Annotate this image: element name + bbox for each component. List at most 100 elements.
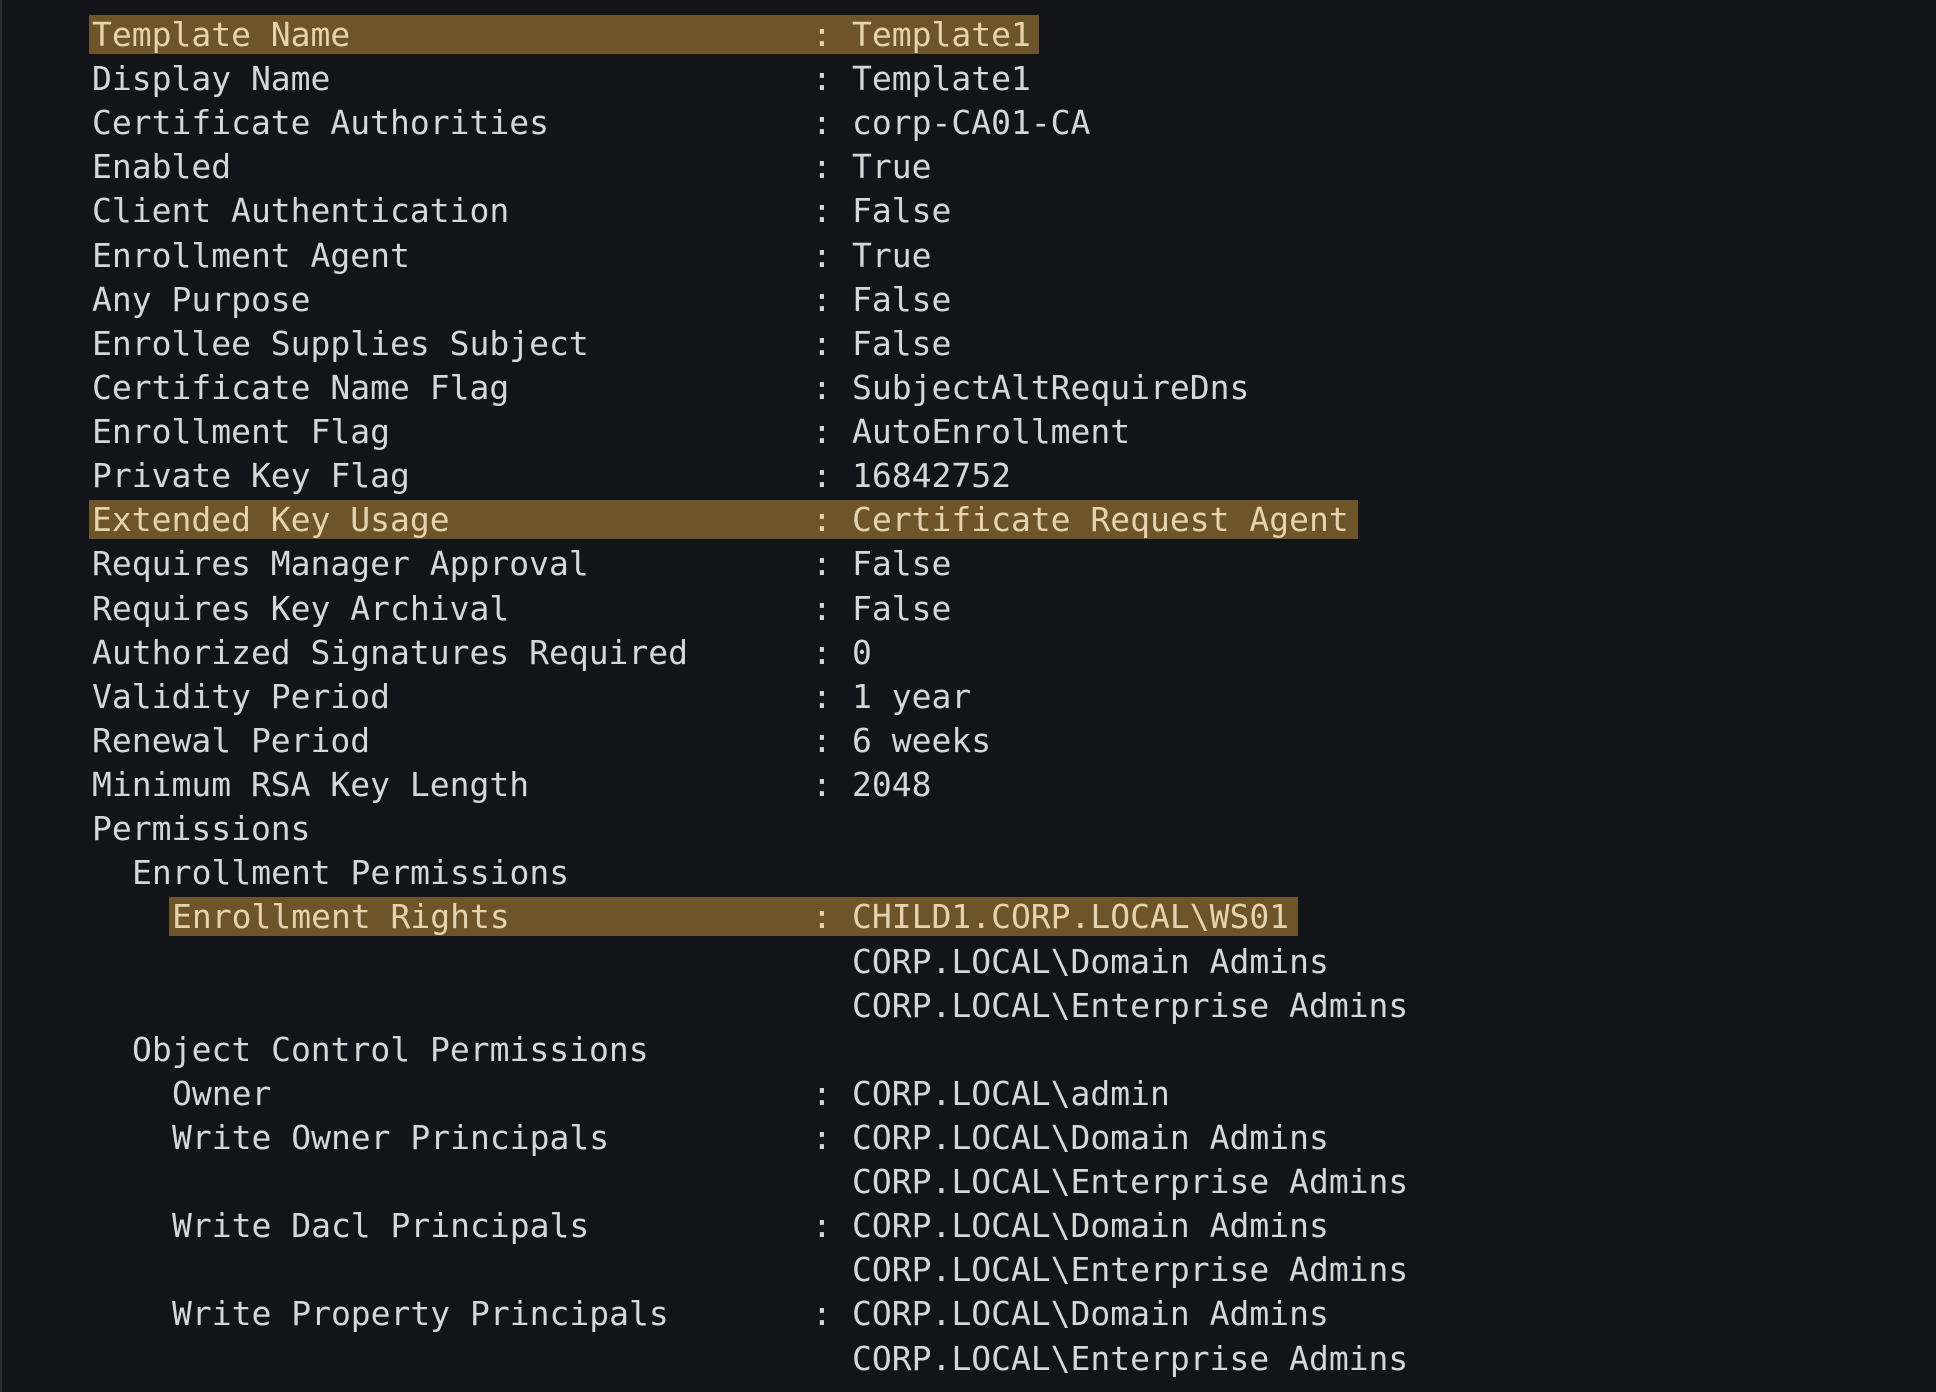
write-property-principals-separator: : — [812, 1294, 832, 1334]
line-certificate-name-flag: Certificate Name Flag: SubjectAltRequireD… — [2, 366, 1936, 410]
line-write-dacl-principals-cont-1: CORP.LOCAL\Enterprise Admins — [2, 1248, 1936, 1292]
any-purpose-separator: : — [812, 279, 832, 319]
owner-label: Owner — [172, 1073, 272, 1113]
renewal-period-value: 6 weeks — [852, 720, 992, 760]
write-dacl-principals-value: CORP.LOCAL\Domain Admins — [852, 1206, 1329, 1246]
write-property-principals-label: Write Property Principals — [172, 1294, 669, 1334]
enrollment-rights-label: Enrollment Rights — [172, 897, 510, 937]
write-dacl-principals-separator: : — [812, 1206, 832, 1246]
any-purpose-label: Any Purpose — [92, 279, 311, 319]
validity-period-label: Validity Period — [92, 676, 391, 716]
line-template-name: Template Name: Template1 — [2, 13, 1936, 57]
line-write-owner-principals-cont-1: CORP.LOCAL\Enterprise Admins — [2, 1160, 1936, 1204]
write-property-principals-value: CORP.LOCAL\Domain Admins — [852, 1294, 1329, 1334]
enrollment-permissions-heading-label: Enrollment Permissions — [132, 853, 570, 893]
write-dacl-principals-label: Write Dacl Principals — [172, 1206, 590, 1246]
enabled-label: Enabled — [92, 147, 232, 187]
enrollment-flag-label: Enrollment Flag — [92, 412, 391, 452]
renewal-period-label: Renewal Period — [92, 720, 371, 760]
line-enrollment-flag: Enrollment Flag: AutoEnrollment — [2, 410, 1936, 454]
line-write-property-principals: Write Property Principals: CORP.LOCAL\Dom… — [2, 1292, 1936, 1336]
requires-key-archival-label: Requires Key Archival — [92, 588, 510, 628]
line-authorized-signatures-required: Authorized Signatures Required:0 — [2, 631, 1936, 675]
private-key-flag-separator: : — [812, 456, 832, 496]
requires-key-archival-value: False — [852, 588, 952, 628]
any-purpose-value: False — [852, 279, 952, 319]
line-enrollment-permissions-heading: Enrollment Permissions — [2, 851, 1936, 895]
line-display-name: Display Name: Template1 — [2, 57, 1936, 101]
extended-key-usage-separator: : — [812, 500, 832, 540]
enrollment-flag-separator: : — [812, 412, 832, 452]
line-any-purpose: Any Purpose: False — [2, 278, 1936, 322]
enrollment-agent-value: True — [852, 235, 932, 275]
certificate-name-flag-value: SubjectAltRequireDns — [852, 367, 1250, 407]
write-owner-principals-value: CORP.LOCAL\Domain Admins — [852, 1118, 1329, 1157]
validity-period-value: 1 year — [852, 676, 972, 716]
private-key-flag-label: Private Key Flag — [92, 456, 410, 496]
line-write-dacl-principals: Write Dacl Principals: CORP.LOCAL\Domain … — [2, 1204, 1936, 1248]
owner-value: CORP.LOCAL\admin — [852, 1073, 1170, 1113]
object-control-permissions-heading-label: Object Control Permissions — [132, 1029, 649, 1069]
line-enrollment-rights-cont-1: CORP.LOCAL\Domain Admins — [2, 940, 1936, 984]
client-authentication-separator: : — [812, 191, 832, 231]
authorized-signatures-required-label: Authorized Signatures Required — [92, 632, 689, 672]
authorized-signatures-required-separator: : — [812, 632, 832, 672]
line-permissions-heading: Permissions — [2, 807, 1936, 851]
client-authentication-label: Client Authentication — [92, 191, 510, 231]
certificate-authorities-separator: : — [812, 103, 832, 143]
enrollment-rights-separator: : — [812, 897, 832, 937]
requires-manager-approval-label: Requires Manager Approval — [92, 544, 589, 584]
line-renewal-period: Renewal Period:6 weeks — [2, 719, 1936, 763]
validity-period-separator: : — [812, 676, 832, 716]
client-authentication-value: False — [852, 191, 952, 231]
enabled-value: True — [852, 147, 932, 187]
enabled-separator: : — [812, 147, 832, 187]
template-name-separator: : — [812, 15, 832, 54]
line-enrollment-rights: Enrollment Rights: CHILD1.CORP.LOCAL\WS01 — [2, 895, 1936, 939]
template-name-value: Template1 — [852, 15, 1031, 54]
write-owner-principals-separator: : — [812, 1118, 832, 1157]
line-requires-key-archival: Requires Key Archival: False — [2, 587, 1936, 631]
line-extended-key-usage: Extended Key Usage: Certificate Request A… — [2, 498, 1936, 542]
enrollee-supplies-subject-separator: : — [812, 323, 832, 363]
extended-key-usage-value: Certificate Request Agent — [852, 500, 1349, 540]
extended-key-usage-label: Extended Key Usage — [92, 500, 450, 540]
minimum-rsa-key-length-separator: : — [812, 765, 832, 805]
write-dacl-principals-cont-1-value: CORP.LOCAL\Enterprise Admins — [852, 1250, 1409, 1290]
line-enrollee-supplies-subject: Enrollee Supplies Subject: False — [2, 322, 1936, 366]
display-name-value: Template1 — [852, 59, 1031, 99]
line-write-property-principals-cont-1: CORP.LOCAL\Enterprise Admins — [2, 1337, 1936, 1381]
owner-separator: : — [812, 1073, 832, 1113]
line-client-authentication: Client Authentication: False — [2, 189, 1936, 233]
enrollee-supplies-subject-value: False — [852, 323, 952, 363]
write-owner-principals-label: Write Owner Principals — [172, 1118, 610, 1157]
enrollment-rights-value: CHILD1.CORP.LOCAL\WS01 — [852, 897, 1290, 937]
line-enrollment-agent: Enrollment Agent: True — [2, 234, 1936, 278]
enrollment-agent-separator: : — [812, 235, 832, 275]
renewal-period-separator: : — [812, 720, 832, 760]
private-key-flag-value: 16842752 — [852, 456, 1011, 496]
line-certificate-authorities: Certificate Authorities: corp-CA01-CA — [2, 101, 1936, 145]
line-validity-period: Validity Period:1 year — [2, 675, 1936, 719]
certificate-name-flag-label: Certificate Name Flag — [92, 367, 510, 407]
minimum-rsa-key-length-label: Minimum RSA Key Length — [92, 765, 530, 805]
enrollment-rights-cont-2-value: CORP.LOCAL\Enterprise Admins — [852, 985, 1409, 1025]
enrollment-agent-label: Enrollment Agent — [92, 235, 410, 275]
line-requires-manager-approval: Requires Manager Approval: False — [2, 542, 1936, 586]
display-name-label: Display Name — [92, 59, 331, 99]
write-property-principals-cont-1-value: CORP.LOCAL\Enterprise Admins — [852, 1338, 1409, 1378]
certificate-authorities-value: corp-CA01-CA — [852, 103, 1091, 143]
certificate-name-flag-separator: : — [812, 367, 832, 407]
requires-manager-approval-separator: : — [812, 544, 832, 584]
line-write-owner-principals: Write Owner Principals: CORP.LOCAL\Domain… — [2, 1116, 1936, 1160]
terminal-output[interactable]: Template Name: Template1 Display Name: Temp… — [0, 0, 1936, 1392]
line-private-key-flag: Private Key Flag:16842752 — [2, 454, 1936, 498]
write-owner-principals-cont-1-value: CORP.LOCAL\Enterprise Admins — [852, 1162, 1409, 1202]
display-name-separator: : — [812, 59, 832, 99]
line-enabled: Enabled: True — [2, 145, 1936, 189]
permissions-heading-label: Permissions — [92, 809, 311, 849]
line-minimum-rsa-key-length: Minimum RSA Key Length:2048 — [2, 763, 1936, 807]
template-name-label: Template Name — [92, 15, 351, 54]
authorized-signatures-required-value: 0 — [852, 632, 872, 672]
requires-key-archival-separator: : — [812, 588, 832, 628]
